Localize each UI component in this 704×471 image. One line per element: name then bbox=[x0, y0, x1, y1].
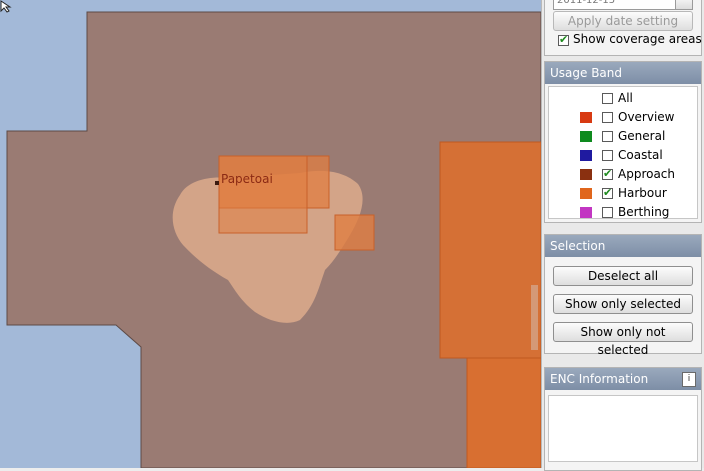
usage-label-overview: Overview bbox=[618, 110, 675, 124]
usage-label-general: General bbox=[618, 129, 666, 143]
checkmark-icon: ✔ bbox=[603, 186, 613, 199]
swatch-harbour bbox=[580, 188, 592, 199]
usage-band-group: Usage Band All Overview General Coastal … bbox=[544, 61, 702, 223]
usage-band-title: Usage Band bbox=[545, 62, 701, 84]
show-coverage-checkbox[interactable]: ✔ bbox=[558, 33, 569, 46]
place-label-papetoai: Papetoai bbox=[221, 172, 273, 186]
chart-map-view[interactable]: Papetoai bbox=[0, 0, 541, 468]
usage-checkbox-overview[interactable] bbox=[602, 112, 613, 123]
show-only-selected-button[interactable]: Show only selected bbox=[553, 294, 693, 314]
approach-cell-east[interactable] bbox=[439, 141, 541, 359]
island-edge-east bbox=[531, 285, 538, 350]
checkmark-icon: ✔ bbox=[559, 33, 569, 46]
apply-date-button[interactable]: Apply date setting bbox=[553, 11, 693, 31]
side-panel: 2011-12-15 Apply date setting ✔ Show cov… bbox=[541, 0, 704, 471]
date-input[interactable]: 2011-12-15 bbox=[553, 0, 676, 10]
swatch-berthing bbox=[580, 207, 592, 218]
swatch-approach bbox=[580, 169, 592, 180]
usage-checkbox-berthing[interactable] bbox=[602, 207, 613, 218]
show-coverage-label: Show coverage areas bbox=[573, 32, 702, 46]
map-canvas[interactable] bbox=[0, 0, 541, 468]
approach-cell-south[interactable] bbox=[466, 357, 541, 468]
mouse-cursor-icon bbox=[0, 0, 12, 13]
checkmark-icon: ✔ bbox=[603, 167, 613, 180]
enc-info-textbox[interactable] bbox=[548, 395, 698, 462]
swatch-overview bbox=[580, 112, 592, 123]
enc-info-group: ENC Information i bbox=[544, 367, 702, 471]
selection-title: Selection bbox=[545, 235, 701, 257]
usage-checkbox-approach[interactable]: ✔ bbox=[602, 167, 613, 180]
usage-checkbox-harbour[interactable]: ✔ bbox=[602, 186, 613, 199]
place-marker bbox=[215, 181, 219, 185]
show-only-not-selected-button[interactable]: Show only not selected bbox=[553, 322, 693, 357]
usage-band-list: All Overview General Coastal ✔ Approach … bbox=[548, 86, 698, 219]
info-icon[interactable]: i bbox=[682, 372, 696, 387]
usage-label-all: All bbox=[618, 91, 633, 105]
selection-group: Selection Deselect all Show only selecte… bbox=[544, 234, 702, 357]
usage-checkbox-all[interactable] bbox=[602, 93, 613, 104]
usage-checkbox-coastal[interactable] bbox=[602, 150, 613, 161]
swatch-general bbox=[580, 131, 592, 142]
deselect-all-button[interactable]: Deselect all bbox=[553, 266, 693, 286]
calendar-button[interactable] bbox=[675, 0, 693, 10]
usage-label-berthing: Berthing bbox=[618, 205, 670, 219]
harbour-cell-2[interactable] bbox=[218, 155, 308, 234]
enc-info-title: ENC Information bbox=[545, 368, 701, 390]
swatch-coastal bbox=[580, 150, 592, 161]
usage-label-approach: Approach bbox=[618, 167, 676, 181]
harbour-cell-3[interactable] bbox=[334, 214, 375, 251]
usage-label-harbour: Harbour bbox=[618, 186, 667, 200]
usage-checkbox-general[interactable] bbox=[602, 131, 613, 142]
usage-label-coastal: Coastal bbox=[618, 148, 663, 162]
date-settings-group: 2011-12-15 Apply date setting ✔ Show cov… bbox=[544, 0, 702, 56]
